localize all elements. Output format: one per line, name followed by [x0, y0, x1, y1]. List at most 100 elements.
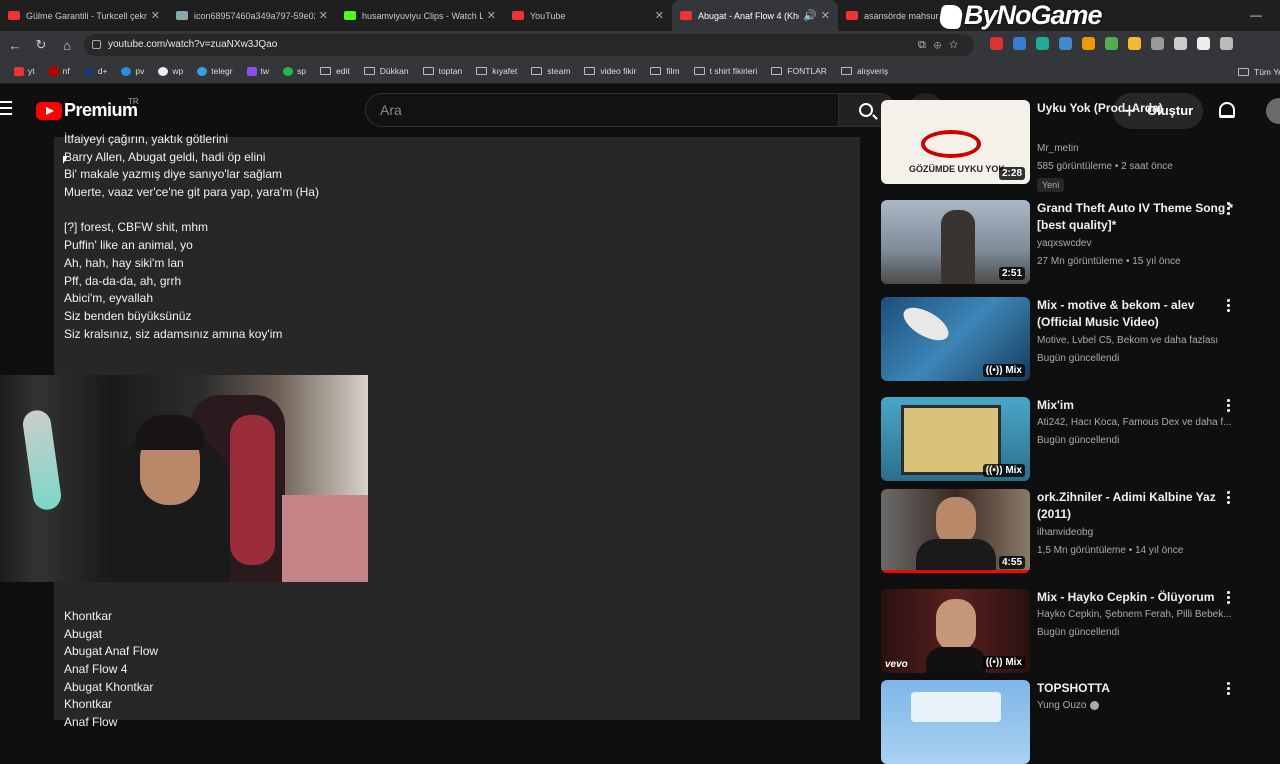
install-icon[interactable]: ⧉ [918, 39, 934, 51]
video-title[interactable]: Mix'im [1037, 397, 1237, 414]
bookmarks-bar: yt nf d+ pv wp telegr tw sp edit Dükkan … [0, 59, 1280, 84]
video-thumbnail[interactable]: ((•)) Mix [881, 397, 1030, 481]
search-input[interactable]: Ara [365, 93, 839, 127]
avatar[interactable] [1266, 98, 1280, 124]
video-title[interactable]: Uyku Yok (Prod. Arda) [1037, 100, 1237, 117]
speaker-icon[interactable]: 🔊 [803, 9, 817, 22]
more-options-icon[interactable] [1227, 399, 1231, 414]
folder-icon [693, 67, 705, 75]
channel-name[interactable]: ilhanvideobg [1037, 527, 1242, 538]
more-options-icon[interactable] [1227, 682, 1231, 697]
video-title[interactable]: Mix - Hayko Cepkin - Ölüyorum [1037, 589, 1237, 606]
bookmark-folder-toptan[interactable]: toptan [422, 66, 462, 76]
bookmark-folder-alisveris[interactable]: alışveriş [840, 66, 888, 76]
reload-icon[interactable]: ↻ [30, 37, 52, 53]
streamer-hair [135, 415, 205, 450]
bookmark-star-icon[interactable]: ☆ [949, 39, 966, 51]
channel-name[interactable]: yaqxswcdev [1037, 238, 1242, 249]
bookmark-folder-kiyafet[interactable]: kıyafet [476, 66, 517, 76]
more-options-icon[interactable] [1227, 202, 1231, 217]
extension-icon[interactable] [1082, 37, 1095, 50]
close-tab-icon[interactable]: ✕ [655, 9, 664, 22]
minimize-icon[interactable]: — [1250, 8, 1262, 22]
channel-name[interactable]: Hayko Cepkin, Şebnem Ferah, Pilli Bebek.… [1037, 609, 1242, 620]
video-thumbnail[interactable]: 2:51 [881, 200, 1030, 284]
bookmark-folder-dukkan[interactable]: Dükkan [363, 66, 409, 76]
character-figure [941, 210, 975, 284]
youtube-premium-logo[interactable]: Premium [64, 100, 138, 121]
bookmark-pv[interactable]: pv [121, 66, 144, 76]
all-bookmarks[interactable]: Tüm Ye [1238, 67, 1280, 77]
bookmark-folder-fontlar[interactable]: FONTLAR [771, 66, 827, 76]
bookmark-folder-tshirt[interactable]: t shirt fikirleri [693, 66, 757, 76]
puzzle-icon[interactable] [1220, 37, 1233, 50]
bookmark-dplus[interactable]: d+ [83, 66, 107, 76]
video-thumbnail[interactable] [881, 680, 1030, 764]
close-tab-icon[interactable]: ✕ [487, 9, 496, 22]
folder-icon [363, 67, 375, 75]
url-field[interactable]: youtube.com/watch?v=zuaNXw3JQao ⧉⊕☆ [84, 34, 974, 56]
video-title[interactable]: TOPSHOTTA [1037, 680, 1237, 697]
home-icon[interactable]: ⌂ [56, 38, 78, 53]
extension-icon[interactable] [1174, 37, 1187, 50]
extension-icon[interactable] [1036, 37, 1049, 50]
video-title[interactable]: Grand Theft Auto IV Theme Song *[best qu… [1037, 200, 1237, 234]
video-thumbnail[interactable]: 4:55 [881, 489, 1030, 573]
lyric-line: Muerte, vaaz ver'ce'ne git para yap, yar… [64, 185, 319, 200]
new-badge: Yeni [1037, 178, 1065, 192]
browser-tab[interactable]: icon68957460a349a797-59e02... ✕ [168, 0, 336, 31]
extension-icon[interactable] [1013, 37, 1026, 50]
lyrics-top: İtfaiyeyi çağırın, yaktık götlerini Barr… [64, 131, 319, 343]
youtube-logo-icon[interactable] [36, 102, 62, 120]
video-thumbnail[interactable]: vevo ((•)) Mix [881, 589, 1030, 673]
close-tab-icon[interactable]: ✕ [319, 9, 328, 22]
more-options-icon[interactable] [1227, 591, 1231, 606]
channel-name[interactable]: Mr_metin [1037, 143, 1242, 154]
bookmark-telegr[interactable]: telegr [197, 66, 233, 76]
folder-icon [771, 67, 783, 75]
lyric-line: Ah, hah, hay siki'm lan [64, 255, 184, 270]
channel-name[interactable]: Motive, Lvbel C5, Bekom ve daha fazlası [1037, 335, 1242, 346]
browser-tab-active[interactable]: Abugat - Anaf Flow 4 (Khon 🔊 ✕ [672, 0, 838, 31]
bookmark-wp[interactable]: wp [158, 66, 183, 76]
image-favicon-icon [176, 11, 188, 20]
pixel-logo [911, 692, 1001, 722]
bookmark-nf[interactable]: nf [48, 66, 70, 76]
close-tab-icon[interactable]: ✕ [821, 9, 830, 22]
browser-tab[interactable]: YouTube ✕ [504, 0, 672, 31]
zoom-icon[interactable]: ⊕ [934, 39, 949, 51]
video-title[interactable]: Mix - motive & bekom - alev (Official Mu… [1037, 297, 1237, 331]
bookmark-folder-steam[interactable]: steam [531, 66, 570, 76]
site-info-icon[interactable] [92, 40, 101, 49]
extension-icon[interactable] [1105, 37, 1118, 50]
bookmark-folder-video-fikir[interactable]: video fikir [584, 66, 636, 76]
extension-icon[interactable] [1128, 37, 1141, 50]
mix-badge: ((•)) Mix [982, 464, 1025, 477]
video-thumbnail[interactable]: GÖZÜMDE UYKU YOK 2:28 [881, 100, 1030, 184]
browser-tab[interactable]: Gülme Garantili - Turkcell çekm ✕ [0, 0, 168, 31]
bookmark-yt[interactable]: yt [14, 66, 35, 76]
folder-icon [584, 67, 596, 75]
mouse-cursor-icon [63, 156, 68, 164]
browser-tab[interactable]: husamviyuviyu Clips - Watch Li ✕ [336, 0, 504, 31]
extension-icon[interactable] [1059, 37, 1072, 50]
lyric-line: [?] forest, CBFW shit, mhm [64, 220, 209, 235]
back-icon[interactable]: ← [4, 38, 26, 53]
menu-icon[interactable] [0, 101, 12, 119]
adblock-extension-icon[interactable] [990, 37, 1003, 50]
bookmark-folder-edit[interactable]: edit [320, 66, 350, 76]
video-thumbnail[interactable]: ((•)) Mix [881, 297, 1030, 381]
shield-extension-icon[interactable] [1151, 37, 1164, 50]
more-options-icon[interactable] [1227, 491, 1231, 506]
video-title[interactable]: ork.Zihniler - Adimi Kalbine Yaz (2011) [1037, 489, 1237, 523]
tag-line: Khontkar [64, 697, 113, 712]
close-tab-icon[interactable]: ✕ [151, 9, 160, 22]
bookmark-folder-film[interactable]: film [650, 66, 680, 76]
extension-icon[interactable] [1197, 37, 1210, 50]
bookmark-sp[interactable]: sp [283, 66, 306, 76]
more-options-icon[interactable] [1227, 299, 1231, 314]
window-controls: — [1250, 8, 1262, 22]
channel-name[interactable]: Ati242, Hacı Koca, Famous Dex ve daha f.… [1037, 417, 1242, 428]
channel-name[interactable]: Yung Ouzo [1037, 700, 1242, 711]
bookmark-tw[interactable]: tw [246, 66, 269, 76]
